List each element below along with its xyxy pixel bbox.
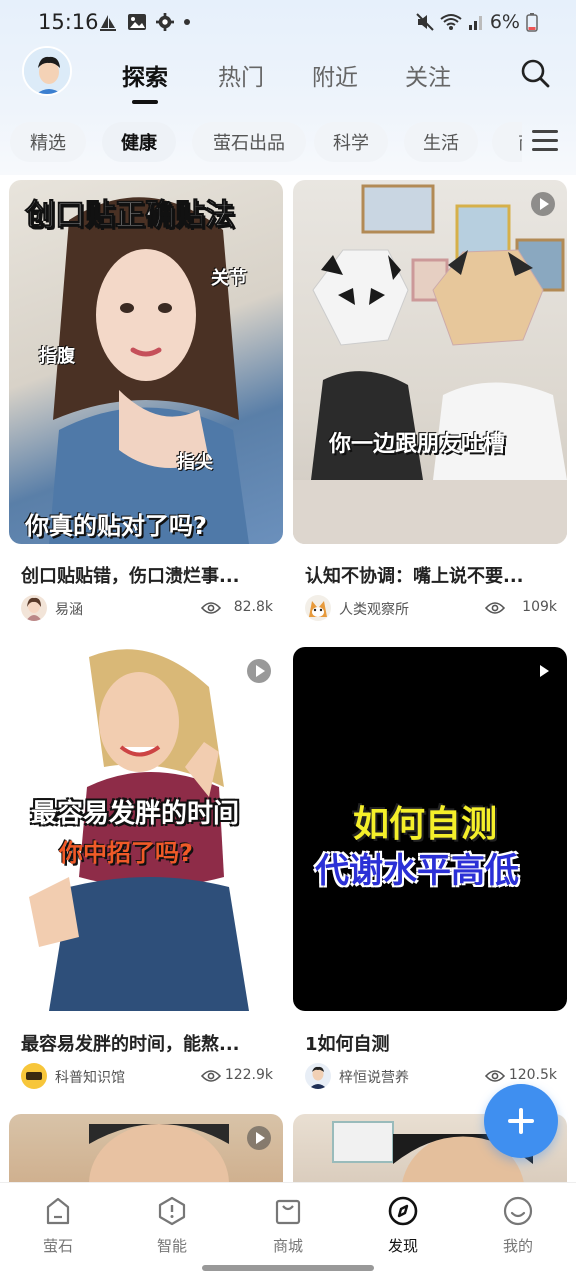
view-count: 122.9k (224, 1067, 273, 1083)
status-time: 15:16 (38, 10, 99, 34)
nav-item-discover[interactable]: 发现 (363, 1195, 443, 1256)
signal-icon (468, 16, 482, 30)
play-icon (531, 659, 555, 683)
mute-icon (416, 13, 434, 31)
battery-percent: 6% (489, 11, 520, 33)
tab-hot[interactable]: 热门 (218, 58, 264, 92)
author-avatar (21, 595, 47, 621)
card-thumbnail (9, 1114, 283, 1182)
nav-label: 智能 (156, 1237, 187, 1255)
thumb-caption-title: 最容易发胖的时间 (31, 799, 240, 829)
home-icon (46, 1197, 70, 1225)
thumb-caption-subtitle: 代谢水平高低 (315, 851, 519, 891)
play-icon (247, 659, 271, 683)
thumb-caption-title: 创口贴正确贴法 (25, 198, 236, 234)
nav-item-me[interactable]: 我的 (478, 1195, 558, 1256)
nav-item-shop[interactable]: 商城 (248, 1195, 328, 1256)
gesture-bar[interactable] (202, 1265, 374, 1271)
thumb-caption-title: 如何自测 (353, 804, 498, 845)
card-title: 1如何自测 (305, 1034, 390, 1055)
view-count: 120.5k (508, 1067, 557, 1083)
card-meta: 人类观察所 109k (305, 595, 557, 621)
tab-following[interactable]: 关注 (405, 58, 451, 92)
battery-icon (526, 13, 538, 32)
view-count: 82.8k (233, 599, 273, 615)
author-avatar (305, 1063, 331, 1089)
thumb-caption: 你一边跟朋友吐槽 (329, 432, 506, 457)
feed-card[interactable]: 如何自测 代谢水平高低 1如何自测 梓恒说营养 120.5k (293, 647, 567, 1097)
nav-item-ezviz[interactable]: 萤石 (18, 1195, 98, 1256)
category-chip-more[interactable]: 商 (492, 122, 522, 162)
nav-label: 萤石 (42, 1237, 73, 1255)
bottom-navigation: 萤石 智能 商城 发现 我的 (0, 1182, 576, 1258)
play-icon (247, 1126, 271, 1150)
feed-card[interactable]: 你一边跟朋友吐槽 认知不协调：嘴上说不要... 人类观察所 109k (293, 180, 567, 630)
card-title: 认知不协调：嘴上说不要... (305, 566, 524, 587)
eye-icon (201, 1070, 221, 1082)
card-title: 最容易发胖的时间，能熬... (21, 1034, 240, 1055)
thumb-caption-joint: 关节 (211, 268, 247, 289)
author-avatar (21, 1063, 47, 1089)
card-meta: 科普知识馆 122.9k (21, 1063, 273, 1089)
image-icon (128, 14, 146, 30)
category-menu-icon[interactable] (532, 130, 558, 152)
author-name: 人类观察所 (339, 602, 409, 618)
gear-icon (156, 13, 174, 31)
search-icon[interactable] (520, 58, 550, 88)
card-thumbnail: 最容易发胖的时间 你中招了吗? (9, 647, 283, 1011)
card-thumbnail: 你一边跟朋友吐槽 (293, 180, 567, 544)
thumb-caption-fingertip: 指尖 (177, 452, 213, 473)
nav-item-smart[interactable]: 智能 (132, 1195, 212, 1256)
nav-label: 发现 (387, 1237, 418, 1255)
eye-icon (485, 602, 505, 614)
play-icon (531, 192, 555, 216)
thumb-caption-question: 你真的贴对了吗? (25, 512, 207, 540)
eye-icon (201, 602, 221, 614)
smart-hex-icon (158, 1196, 186, 1226)
eye-icon (485, 1070, 505, 1082)
view-count: 109k (522, 599, 557, 615)
thumb-caption-finger-pad: 指腹 (39, 346, 75, 367)
smile-face-icon (503, 1196, 533, 1226)
status-notification-icons (98, 12, 191, 32)
nav-label: 商城 (272, 1237, 303, 1255)
create-post-button[interactable] (484, 1084, 558, 1158)
feed-card[interactable]: 最容易发胖的时间 你中招了吗? 最容易发胖的时间，能熬... 科普知识馆 122… (9, 647, 283, 1097)
status-bar: 15:16 6% (0, 0, 576, 46)
category-chip-ezviz[interactable]: 萤石出品 (192, 122, 306, 162)
shop-bag-icon (275, 1199, 301, 1225)
dot-icon (184, 19, 190, 25)
category-chip-life[interactable]: 生活 (404, 122, 478, 162)
tab-nearby[interactable]: 附近 (312, 58, 358, 92)
compass-icon (388, 1196, 418, 1226)
feed-card[interactable]: 创口贴正确贴法 关节 指腹 指尖 你真的贴对了吗? 创口贴贴错，伤口溃烂事...… (9, 180, 283, 630)
category-chip-featured[interactable]: 精选 (10, 122, 86, 162)
card-thumbnail: 创口贴正确贴法 关节 指腹 指尖 你真的贴对了吗? (9, 180, 283, 544)
sailboat-icon (100, 15, 116, 31)
feed-card[interactable] (9, 1114, 283, 1182)
card-title: 创口贴贴错，伤口溃烂事... (21, 566, 240, 587)
author-avatar (305, 595, 331, 621)
thumb-caption-question: 你中招了吗? (59, 839, 193, 867)
category-chip-science[interactable]: 科学 (314, 122, 388, 162)
card-meta: 易涵 82.8k (21, 595, 273, 621)
author-name: 科普知识馆 (55, 1070, 125, 1086)
tab-explore[interactable]: 探索 (122, 58, 168, 104)
category-chip-health[interactable]: 健康 (102, 122, 176, 162)
wifi-icon (440, 14, 462, 30)
status-system-icons: 6% (416, 11, 538, 33)
card-thumbnail: 如何自测 代谢水平高低 (293, 647, 567, 1011)
my-avatar[interactable] (22, 46, 72, 96)
nav-label: 我的 (502, 1237, 533, 1255)
author-name: 易涵 (55, 602, 83, 618)
author-name: 梓恒说营养 (339, 1070, 409, 1086)
category-chips: 精选 健康 萤石出品 科学 生活 商 (10, 122, 522, 164)
top-header: 探索 热门 附近 关注 (0, 46, 576, 112)
